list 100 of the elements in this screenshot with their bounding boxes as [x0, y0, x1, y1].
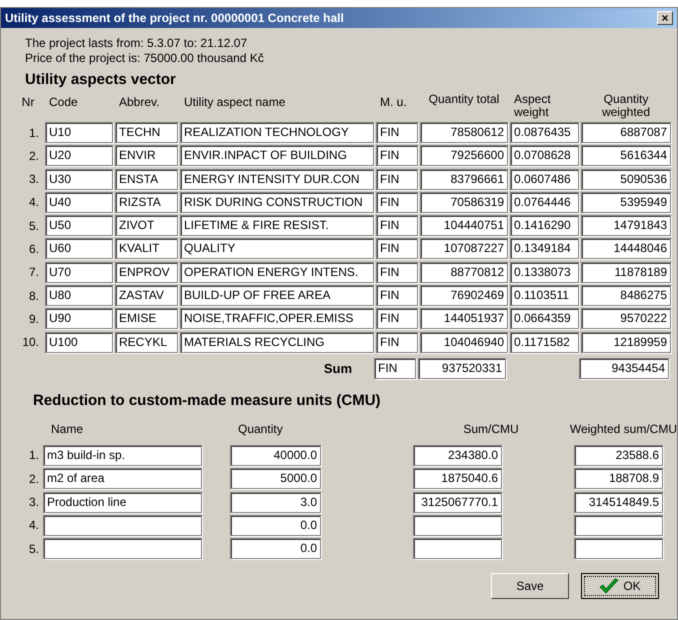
abbrev-field[interactable]: RECYKL — [115, 332, 178, 353]
column-header: Quantity weighted — [602, 92, 650, 119]
aspect-name-field[interactable]: ENVIR.INPACT OF BUILDING — [180, 145, 374, 166]
code-field[interactable]: U40 — [45, 192, 113, 213]
unit-field[interactable]: FIN — [376, 262, 418, 283]
cmu-quantity-field[interactable]: 3.0 — [230, 492, 321, 513]
code-field[interactable]: U100 — [45, 332, 113, 353]
quantity-weighted-field[interactable]: 11878189 — [581, 262, 671, 283]
aspect-name-field[interactable]: NOISE,TRAFFIC,OPER.EMISS — [180, 308, 374, 330]
aspect-weight-field[interactable]: 0.0664359 — [510, 308, 579, 330]
aspect-name-field[interactable]: MATERIALS RECYCLING — [180, 332, 374, 353]
code-field[interactable]: U90 — [45, 308, 113, 330]
quantity-total-field[interactable]: 104440751 — [420, 215, 508, 236]
quantity-weighted-field[interactable]: 6887087 — [581, 122, 671, 143]
quantity-weighted-field[interactable]: 5090536 — [581, 168, 671, 190]
weighted-sum-per-cmu-field[interactable]: 23588.6 — [574, 444, 663, 466]
cmu-quantity-field[interactable]: 5000.0 — [230, 468, 321, 490]
aspect-weight-field[interactable]: 0.0708628 — [510, 145, 579, 166]
quantity-total-field[interactable]: 76902469 — [420, 285, 508, 306]
weighted-sum-per-cmu-field[interactable]: 188708.9 — [574, 468, 663, 490]
unit-field[interactable]: FIN — [376, 308, 418, 330]
abbrev-field[interactable]: RIZSTA — [115, 192, 178, 213]
unit-field[interactable]: FIN — [376, 122, 418, 143]
weighted-sum-per-cmu-field[interactable]: 314514849.5 — [574, 492, 663, 513]
cmu-name-field[interactable]: m2 of area — [43, 468, 202, 490]
aspect-weight-field[interactable]: 0.0607486 — [510, 168, 579, 190]
sum-total-field[interactable]: 937520331 — [418, 358, 506, 379]
aspect-weight-field[interactable]: 0.0764446 — [510, 192, 579, 213]
aspect-weight-field[interactable]: 0.0876435 — [510, 122, 579, 143]
aspect-name-field[interactable]: QUALITY — [180, 238, 374, 260]
quantity-total-field[interactable]: 83796661 — [420, 168, 508, 190]
aspect-weight-field[interactable]: 0.1103511 — [510, 285, 579, 306]
abbrev-field[interactable]: KVALIT — [115, 238, 178, 260]
quantity-total-field[interactable]: 107087227 — [420, 238, 508, 260]
save-button[interactable]: Save — [491, 573, 569, 600]
quantity-weighted-field[interactable]: 12189959 — [581, 332, 671, 353]
quantity-weighted-field[interactable]: 9570222 — [581, 308, 671, 330]
unit-field[interactable]: FIN — [376, 332, 418, 353]
sum-per-cmu-field[interactable]: 3125067770.1 — [413, 492, 502, 513]
code-field[interactable]: U30 — [45, 168, 113, 190]
quantity-total-field[interactable]: 78580612 — [420, 122, 508, 143]
cmu-name-field[interactable] — [43, 538, 202, 560]
sum-weighted-field[interactable]: 94354454 — [579, 358, 669, 379]
sum-per-cmu-field[interactable] — [413, 538, 502, 560]
aspect-name-field[interactable]: BUILD-UP OF FREE AREA — [180, 285, 374, 306]
code-field[interactable]: U70 — [45, 262, 113, 283]
unit-field[interactable]: FIN — [376, 192, 418, 213]
code-field[interactable]: U80 — [45, 285, 113, 306]
column-header: Sum/CMU — [463, 422, 519, 436]
quantity-total-field[interactable]: 79256600 — [420, 145, 508, 166]
code-field[interactable]: U50 — [45, 215, 113, 236]
unit-field[interactable]: FIN — [376, 238, 418, 260]
weighted-sum-per-cmu-field[interactable] — [574, 538, 663, 560]
aspect-name-field[interactable]: OPERATION ENERGY INTENS. — [180, 262, 374, 283]
aspect-weight-field[interactable]: 0.1171582 — [510, 332, 579, 353]
unit-field[interactable]: FIN — [376, 215, 418, 236]
quantity-weighted-field[interactable]: 14791843 — [581, 215, 671, 236]
cmu-quantity-field[interactable]: 0.0 — [230, 514, 321, 536]
abbrev-field[interactable]: ENVIR — [115, 145, 178, 166]
quantity-total-field[interactable]: 70586319 — [420, 192, 508, 213]
close-button[interactable]: × — [657, 11, 673, 25]
code-field[interactable]: U10 — [45, 122, 113, 143]
abbrev-field[interactable]: ZASTAV — [115, 285, 178, 306]
quantity-weighted-field[interactable]: 5395949 — [581, 192, 671, 213]
cmu-name-field[interactable]: m3 build-in sp. — [43, 444, 202, 466]
abbrev-field[interactable]: EMISE — [115, 308, 178, 330]
sum-per-cmu-field[interactable] — [413, 514, 502, 536]
unit-field[interactable]: FIN — [376, 168, 418, 190]
cmu-quantity-field[interactable]: 0.0 — [230, 538, 321, 560]
unit-field[interactable]: FIN — [376, 285, 418, 306]
ok-button[interactable]: OK — [581, 573, 659, 600]
code-field[interactable]: U20 — [45, 145, 113, 166]
abbrev-field[interactable]: ZIVOT — [115, 215, 178, 236]
quantity-total-field[interactable]: 88770812 — [420, 262, 508, 283]
quantity-total-field[interactable]: 104046940 — [420, 332, 508, 353]
quantity-total-field[interactable]: 144051937 — [420, 308, 508, 330]
aspect-name-field[interactable]: REALIZATION TECHNOLOGY — [180, 122, 374, 143]
cmu-name-field[interactable]: Production line — [43, 492, 202, 513]
unit-field[interactable]: FIN — [376, 145, 418, 166]
unit-field[interactable]: FIN — [374, 358, 416, 379]
weighted-sum-per-cmu-field[interactable] — [574, 514, 663, 536]
aspect-weight-field[interactable]: 0.1416290 — [510, 215, 579, 236]
code-field[interactable]: U60 — [45, 238, 113, 260]
aspect-name-field[interactable]: RISK DURING CONSTRUCTION — [180, 192, 374, 213]
quantity-weighted-field[interactable]: 5616344 — [581, 145, 671, 166]
cmu-quantity-field[interactable]: 40000.0 — [230, 444, 321, 466]
aspect-weight-field[interactable]: 0.1349184 — [510, 238, 579, 260]
sum-per-cmu-field[interactable]: 1875040.6 — [413, 468, 502, 490]
quantity-weighted-field[interactable]: 8486275 — [581, 285, 671, 306]
aspect-weight-field[interactable]: 0.1338073 — [510, 262, 579, 283]
row-number: 5. — [28, 542, 39, 556]
window-title: Utility assessment of the project nr. 00000001 Concrete hall — [5, 10, 344, 27]
aspect-name-field[interactable]: LIFETIME & FIRE RESIST. — [180, 215, 374, 236]
cmu-name-field[interactable] — [43, 514, 202, 536]
abbrev-field[interactable]: ENPROV — [115, 262, 178, 283]
sum-per-cmu-field[interactable]: 234380.0 — [413, 444, 502, 466]
quantity-weighted-field[interactable]: 14448046 — [581, 238, 671, 260]
abbrev-field[interactable]: ENSTA — [115, 168, 178, 190]
abbrev-field[interactable]: TECHN — [115, 122, 178, 143]
aspect-name-field[interactable]: ENERGY INTENSITY DUR.CON — [180, 168, 374, 190]
